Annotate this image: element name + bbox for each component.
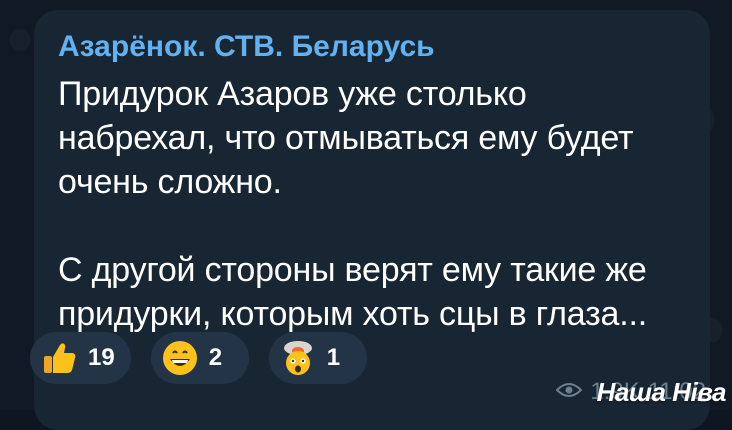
sender-name[interactable]: Азарёнок. СТВ. Беларусь xyxy=(58,28,686,66)
message-text: Придурок Азаров уже столько набрехал, чт… xyxy=(58,75,647,333)
reaction-count: 2 xyxy=(208,344,223,371)
thumbs-up-icon xyxy=(40,339,78,377)
reaction-grinning[interactable]: 2 xyxy=(150,332,249,384)
eye-icon xyxy=(555,378,583,406)
reactions-bar: 19 2 1 xyxy=(30,332,367,384)
exploding-head-icon xyxy=(279,339,317,377)
reaction-count: 1 xyxy=(326,344,341,371)
reaction-exploding-head[interactable]: 1 xyxy=(268,332,367,384)
grinning-face-icon xyxy=(161,339,199,377)
reaction-thumbs-up[interactable]: 19 xyxy=(30,332,131,384)
reaction-count: 19 xyxy=(88,344,115,371)
watermark-logo: Наша Ніва xyxy=(596,377,727,407)
